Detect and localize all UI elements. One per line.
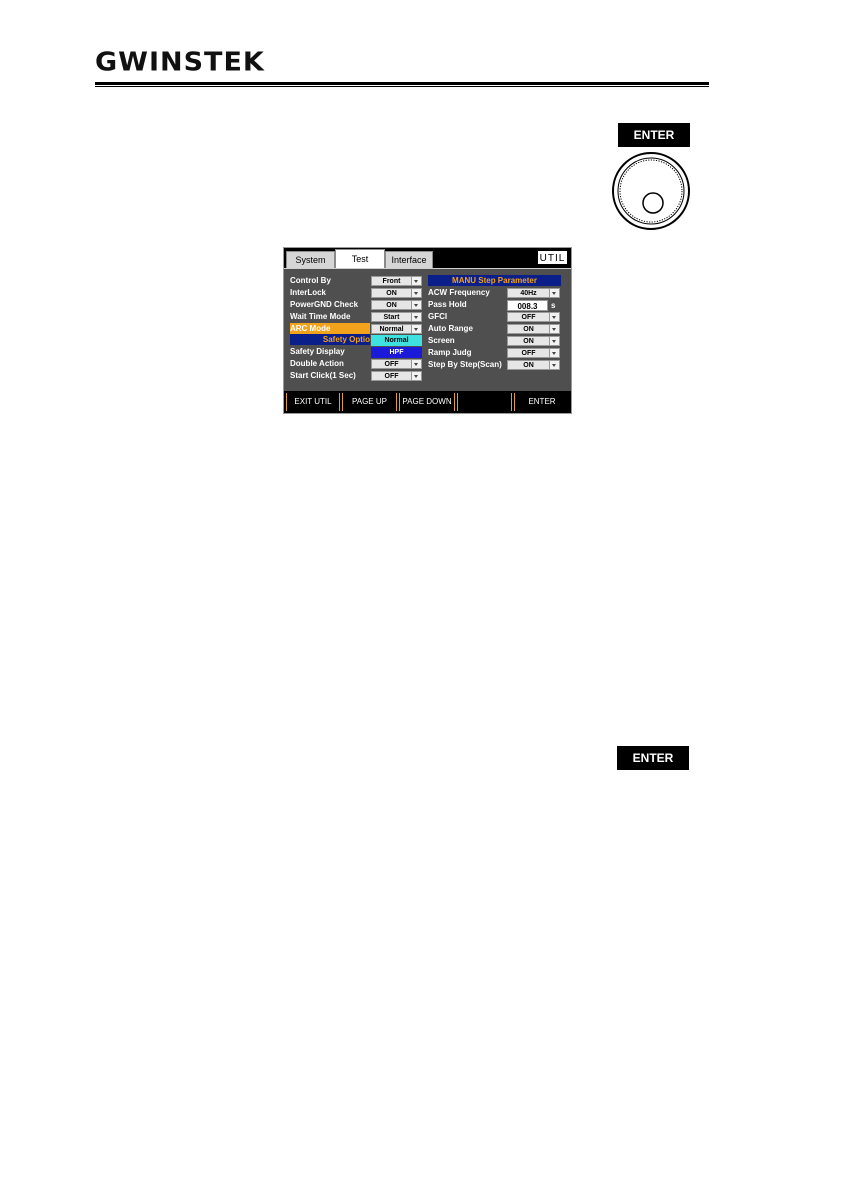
chevron-down-icon (549, 349, 559, 357)
label-interlock: InterLock (290, 288, 327, 297)
chevron-down-icon (549, 361, 559, 369)
chevron-down-icon (549, 337, 559, 345)
enter-key-button-bottom[interactable]: ENTER (617, 746, 689, 770)
chevron-down-icon (411, 313, 421, 321)
chevron-down-icon (411, 277, 421, 285)
dropdown-value: Front (382, 278, 401, 285)
dropdown-step-by-step[interactable]: ON (507, 360, 560, 370)
chevron-down-icon (411, 289, 421, 297)
dropdown-value: ON (523, 362, 534, 369)
chevron-down-icon (411, 372, 421, 380)
label-safety-display: Safety Display (290, 347, 345, 356)
arc-option-hpf[interactable]: HPF (371, 347, 422, 358)
softkey-page-up[interactable]: PAGE UP (342, 393, 397, 411)
tab-test[interactable]: Test (335, 249, 385, 268)
dropdown-value: ON (386, 302, 397, 309)
chevron-down-icon (549, 289, 559, 297)
label-control-by: Control By (290, 276, 331, 285)
dropdown-value: ON (523, 338, 534, 345)
header-rule-thin (95, 86, 709, 87)
device-screen: System Test Interface UTIL Control By In… (283, 247, 572, 414)
header-rule (95, 82, 709, 85)
dropdown-ramp-judg[interactable]: OFF (507, 348, 560, 358)
gwinstek-logo: GWINSTEK (95, 47, 265, 78)
dropdown-value: OFF (384, 361, 399, 368)
dropdown-control-by[interactable]: Front (371, 276, 422, 286)
dropdown-wait-time-mode[interactable]: Start (371, 312, 422, 322)
tab-interface[interactable]: Interface (385, 251, 433, 268)
dropdown-powergnd-check[interactable]: ON (371, 300, 422, 310)
dropdown-value: Normal (379, 326, 404, 333)
chevron-down-icon (411, 301, 421, 309)
dropdown-double-action[interactable]: OFF (371, 359, 422, 369)
label-pass-hold: Pass Hold (428, 300, 467, 309)
tab-system[interactable]: System (286, 251, 335, 268)
label-double-action: Double Action (290, 359, 344, 368)
settings-panel: Control By InterLock PowerGND Check Wait… (284, 268, 571, 391)
util-mode-indicator: UTIL (537, 250, 568, 265)
safety-option-section-title: Safety Optio (290, 334, 370, 345)
dropdown-value: ON (386, 290, 397, 297)
softkey-bar: EXIT UTIL PAGE UP PAGE DOWN ENTER (284, 391, 571, 413)
label-start-click: Start Click(1 Sec) (290, 371, 356, 380)
dropdown-value: ON (523, 326, 534, 333)
dropdown-screen[interactable]: ON (507, 336, 560, 346)
arc-option-normal[interactable]: Normal (371, 335, 422, 346)
label-arc-mode: ARC Mode (290, 323, 370, 334)
chevron-down-icon (549, 325, 559, 333)
dropdown-interlock[interactable]: ON (371, 288, 422, 298)
label-gfci: GFCI (428, 312, 448, 321)
chevron-down-icon (549, 313, 559, 321)
chevron-down-icon (411, 360, 421, 368)
tab-bar: System Test Interface UTIL (284, 248, 571, 268)
softkey-exit-util[interactable]: EXIT UTIL (286, 393, 340, 411)
dropdown-value: OFF (521, 314, 536, 321)
dropdown-acw-frequency[interactable]: 40Hz (507, 288, 560, 298)
pass-hold-unit: s (551, 301, 556, 310)
enter-key-button[interactable]: ENTER (618, 123, 690, 147)
softkey-blank[interactable] (457, 393, 512, 411)
dropdown-auto-range[interactable]: ON (507, 324, 560, 334)
label-auto-range: Auto Range (428, 324, 473, 333)
scroll-wheel-knob-icon[interactable] (611, 151, 691, 231)
pass-hold-input[interactable]: 008.3 (507, 300, 548, 311)
label-acw-frequency: ACW Frequency (428, 288, 490, 297)
manu-step-parameter-title: MANU Step Parameter (428, 275, 561, 286)
dropdown-value: 40Hz (520, 290, 537, 297)
dropdown-value: Start (383, 314, 400, 321)
chevron-down-icon (411, 325, 421, 333)
dropdown-start-click[interactable]: OFF (371, 371, 422, 381)
dropdown-value: OFF (384, 373, 399, 380)
label-powergnd-check: PowerGND Check (290, 300, 359, 309)
dropdown-value: OFF (521, 350, 536, 357)
softkey-page-down[interactable]: PAGE DOWN (399, 393, 455, 411)
softkey-enter[interactable]: ENTER (514, 393, 569, 411)
dropdown-arc-mode[interactable]: Normal (371, 324, 422, 334)
label-wait-time-mode: Wait Time Mode (290, 312, 351, 321)
label-screen: Screen (428, 336, 455, 345)
label-ramp-judg: Ramp Judg (428, 348, 472, 357)
dropdown-gfci[interactable]: OFF (507, 312, 560, 322)
label-step-by-step: Step By Step(Scan) (428, 360, 502, 369)
